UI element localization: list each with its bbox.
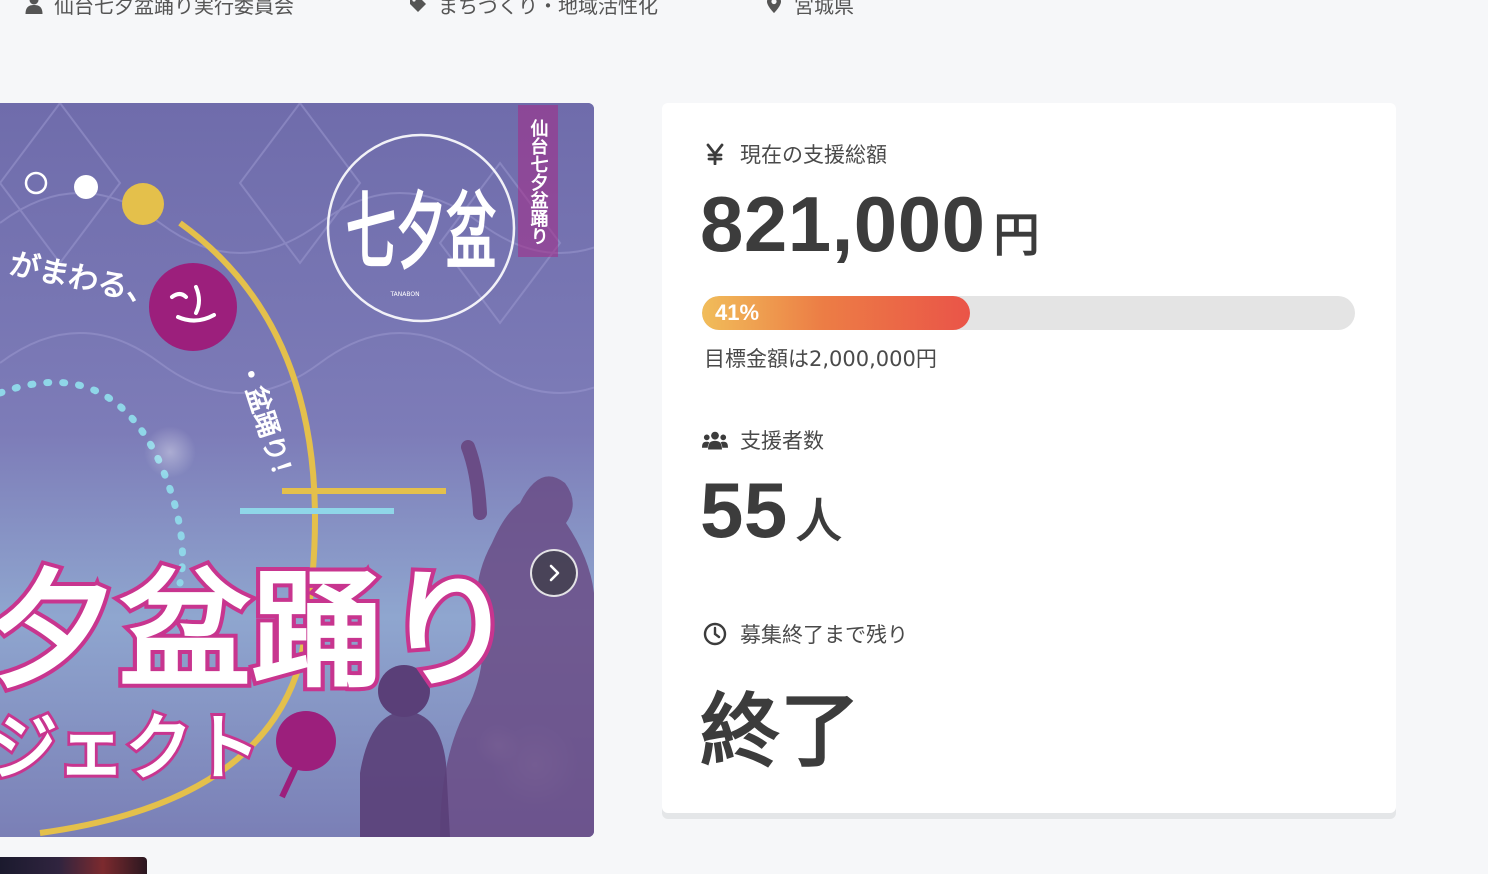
category-meta[interactable]: まちづくり・地域活性化 <box>408 0 764 19</box>
project-meta-row: 仙台七夕盆踊り実行委員会 まちづくり・地域活性化 宮城県 <box>24 0 854 19</box>
location-meta[interactable]: 宮城県 <box>764 0 854 19</box>
total-amount-value: 821,000 <box>700 180 986 268</box>
project-hero-image: 七夕盆 TANABON 仙台七夕盆踊り がまわる、 ・盆踊り！ 夕盆踊り ジェク… <box>0 103 594 837</box>
supporters-label: 支援者数 <box>702 425 824 455</box>
total-amount-unit: 円 <box>993 208 1040 262</box>
hero-vertical-title: 仙台七夕盆踊り <box>528 118 549 245</box>
hero-artwork: 七夕盆 TANABON 仙台七夕盆踊り がまわる、 ・盆踊り！ 夕盆踊り ジェク… <box>0 103 594 837</box>
total-amount-label: 現在の支援総額 <box>702 139 887 169</box>
total-amount-label-text: 現在の支援総額 <box>740 143 887 167</box>
hero-main-title: 夕盆踊り <box>0 557 516 706</box>
supporters-count-unit: 人 <box>795 494 842 548</box>
organizer-name: 仙台七夕盆踊り実行委員会 <box>54 0 294 18</box>
funding-stats-card: 現在の支援総額 821,000 円 41% 目標金額は2,000,000円 支援… <box>662 103 1396 813</box>
goal-amount-text: 目標金額は2,000,000円 <box>704 347 937 371</box>
carousel-next-button[interactable] <box>530 549 578 597</box>
organizer-meta[interactable]: 仙台七夕盆踊り実行委員会 <box>24 0 408 19</box>
hero-logo-caption: TANABON <box>389 291 419 298</box>
gallery-thumbnail[interactable] <box>0 857 147 874</box>
funding-progress-bar: 41% <box>702 296 1355 330</box>
funding-progress-percent: 41% <box>715 300 760 325</box>
clock-icon <box>702 621 728 647</box>
remaining-time-label: 募集終了まで残り <box>702 619 908 649</box>
funding-progress-fill: 41% <box>702 296 970 330</box>
tag-icon <box>408 0 428 14</box>
supporters-count: 55 人 <box>700 465 842 556</box>
supporters-count-value: 55 <box>700 466 788 554</box>
remaining-time-value: 終了 <box>700 685 860 778</box>
users-icon <box>702 427 728 453</box>
person-icon <box>24 0 44 14</box>
hero-sub-title: ジェクト <box>0 706 260 790</box>
total-amount: 821,000 円 <box>700 179 1039 270</box>
location-name: 宮城県 <box>794 0 854 18</box>
remaining-time-label-text: 募集終了まで残り <box>740 623 908 647</box>
supporters-label-text: 支援者数 <box>740 429 824 453</box>
category-name: まちづくり・地域活性化 <box>438 0 658 18</box>
yen-icon <box>702 141 728 167</box>
chevron-right-icon <box>549 564 560 582</box>
hero-logo-mark: 七夕盆 <box>346 182 496 281</box>
map-pin-icon <box>764 0 784 14</box>
